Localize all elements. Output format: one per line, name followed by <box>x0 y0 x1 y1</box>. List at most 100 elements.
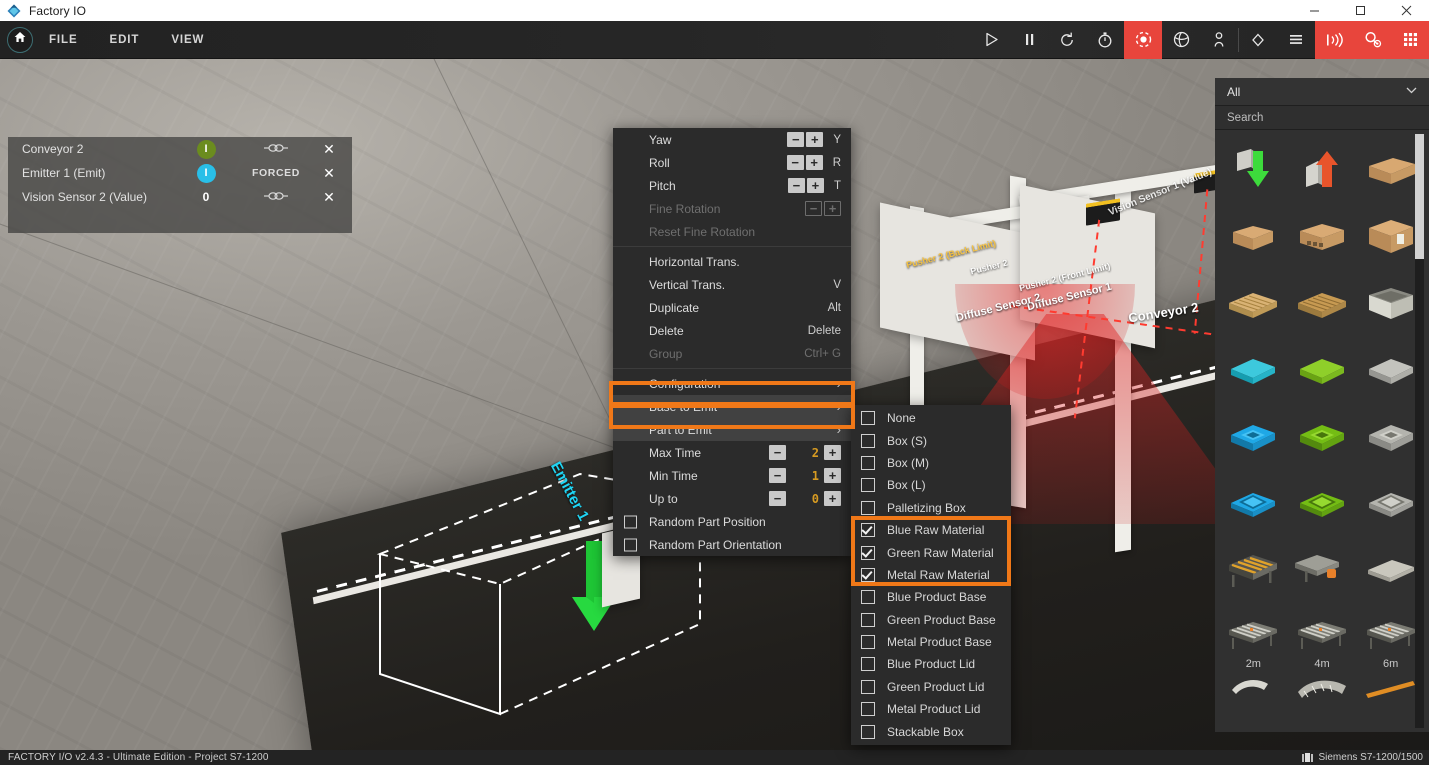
reset-button[interactable] <box>1048 21 1086 59</box>
palette-item-roller-conveyor-4m[interactable]: 4m <box>1288 605 1357 672</box>
submenu-item-green-product-lid[interactable]: Green Product Lid <box>851 676 1011 698</box>
checkbox-icon[interactable] <box>861 411 875 426</box>
status-driver-area[interactable]: Siemens S7-1200/1500 <box>1302 752 1423 763</box>
submenu-item-metal-product-lid[interactable]: Metal Product Lid <box>851 698 1011 720</box>
ctx-item-min-time[interactable]: Min Time − 1 + <box>613 464 851 487</box>
ctx-item-max-time[interactable]: Max Time − 2 + <box>613 441 851 464</box>
checkbox-icon[interactable] <box>624 538 637 551</box>
up-to-stepper[interactable]: − 0 + <box>769 491 841 506</box>
plus-icon[interactable]: + <box>824 468 841 483</box>
submenu-item-green-product-base[interactable]: Green Product Base <box>851 609 1011 631</box>
palette-item-green-product-lid[interactable] <box>1288 471 1357 538</box>
submenu-item-palletizing-box[interactable]: Palletizing Box <box>851 497 1011 519</box>
submenu-item-stackable-box[interactable]: Stackable Box <box>851 720 1011 742</box>
checkbox-icon[interactable] <box>861 478 875 493</box>
close-button[interactable] <box>1383 0 1429 21</box>
palette-search-input[interactable]: Search <box>1215 106 1429 130</box>
watch-remove-button[interactable]: ✕ <box>316 141 342 158</box>
roll-stepper[interactable]: − + <box>786 155 823 170</box>
pitch-stepper[interactable]: − + <box>787 178 824 193</box>
submenu-item-blue-raw-material[interactable]: Blue Raw Material <box>851 519 1011 541</box>
palette-scrollbar-thumb[interactable] <box>1415 134 1424 259</box>
watch-row[interactable]: Conveyor 2 I ✕ <box>8 137 352 161</box>
palette-item-curved-conveyor[interactable] <box>1219 672 1288 706</box>
chevron-down-icon[interactable] <box>1406 86 1417 97</box>
palette-button[interactable] <box>1391 20 1429 59</box>
checkbox-icon[interactable] <box>861 679 875 694</box>
ctx-item-part-to-emit[interactable]: Part to Emit › <box>613 418 851 441</box>
link-icon[interactable] <box>236 191 316 204</box>
palette-item-blue-product-base[interactable] <box>1219 404 1288 471</box>
ctx-item-delete[interactable]: Delete Delete <box>613 319 851 342</box>
min-time-stepper[interactable]: − 1 + <box>769 468 841 483</box>
watch-item-value[interactable]: I <box>176 163 236 183</box>
drivers-button[interactable] <box>1353 20 1391 59</box>
submenu-item-box-m[interactable]: Box (M) <box>851 452 1011 474</box>
palette-item-curved-roller-conveyor[interactable] <box>1288 672 1357 706</box>
minus-icon[interactable]: − <box>787 132 805 147</box>
part-to-emit-submenu[interactable]: None Box (S) Box (M) Box (L) Palletizing… <box>851 405 1011 745</box>
navigate-button[interactable] <box>1239 21 1277 59</box>
plus-icon[interactable]: + <box>805 155 823 170</box>
ctx-item-up-to[interactable]: Up to − 0 + <box>613 487 851 510</box>
checkbox-icon[interactable] <box>861 724 875 739</box>
submenu-item-box-s[interactable]: Box (S) <box>851 429 1011 451</box>
ctx-item-roll[interactable]: Roll − + R <box>613 151 851 174</box>
submenu-item-box-l[interactable]: Box (L) <box>851 474 1011 496</box>
palette-item-roller-conveyor-2m[interactable]: 2m <box>1219 605 1288 672</box>
pause-button[interactable] <box>1010 21 1048 59</box>
plus-icon[interactable]: + <box>806 178 824 193</box>
menu-view[interactable]: VIEW <box>155 21 220 59</box>
watch-item-value[interactable]: 0 <box>176 190 236 204</box>
plus-icon[interactable]: + <box>824 445 841 460</box>
checkbox-icon[interactable] <box>624 515 637 528</box>
palette-grid[interactable]: 2m 4m 6m <box>1215 130 1429 732</box>
ctx-item-random-part-position[interactable]: Random Part Position <box>613 510 851 533</box>
max-time-stepper[interactable]: − 2 + <box>769 445 841 460</box>
minus-icon[interactable]: − <box>786 155 804 170</box>
ctx-item-horizontal-trans[interactable]: Horizontal Trans. <box>613 250 851 273</box>
checkbox-icon[interactable] <box>861 567 875 582</box>
checkbox-icon[interactable] <box>861 612 875 627</box>
ctx-item-pitch[interactable]: Pitch − + T <box>613 174 851 197</box>
checkbox-icon[interactable] <box>861 433 875 448</box>
checkbox-icon[interactable] <box>861 523 875 538</box>
submenu-item-metal-product-base[interactable]: Metal Product Base <box>851 631 1011 653</box>
watch-remove-button[interactable]: ✕ <box>316 189 342 206</box>
checkbox-icon[interactable] <box>861 702 875 717</box>
first-person-button[interactable] <box>1200 21 1238 59</box>
watch-item-value[interactable]: I <box>176 139 236 159</box>
palette-item-blue-raw-material[interactable] <box>1219 337 1288 404</box>
forced-badge[interactable]: FORCED <box>236 167 316 179</box>
palette-category-dropdown[interactable]: All <box>1215 78 1429 106</box>
palette-item-belt-conveyor-motor[interactable] <box>1288 538 1357 605</box>
menu-file[interactable]: FILE <box>33 21 94 59</box>
palette-item-remover[interactable] <box>1288 136 1357 203</box>
watch-row[interactable]: Vision Sensor 2 (Value) 0 ✕ <box>8 185 352 209</box>
minus-icon[interactable]: − <box>769 445 786 460</box>
plus-icon[interactable]: + <box>806 132 824 147</box>
link-icon[interactable] <box>236 143 316 156</box>
palette-item-green-product-base[interactable] <box>1288 404 1357 471</box>
yaw-stepper[interactable]: − + <box>787 132 824 147</box>
ctx-item-vertical-trans[interactable]: Vertical Trans. V <box>613 273 851 296</box>
watch-remove-button[interactable]: ✕ <box>316 165 342 182</box>
checkbox-icon[interactable] <box>861 545 875 560</box>
submenu-item-none[interactable]: None <box>851 407 1011 429</box>
checkbox-icon[interactable] <box>861 657 875 672</box>
submenu-item-blue-product-base[interactable]: Blue Product Base <box>851 586 1011 608</box>
run-button[interactable] <box>972 21 1010 59</box>
palette-item-pallet-euro[interactable] <box>1219 270 1288 337</box>
ctx-item-base-to-emit[interactable]: Base to Emit › <box>613 395 851 418</box>
checkbox-icon[interactable] <box>861 500 875 515</box>
submenu-item-metal-raw-material[interactable]: Metal Raw Material <box>851 564 1011 586</box>
home-button[interactable] <box>7 26 33 53</box>
maximize-button[interactable] <box>1337 0 1383 21</box>
checkbox-icon[interactable] <box>861 590 875 605</box>
checkbox-icon[interactable] <box>861 455 875 470</box>
ctx-item-random-part-orientation[interactable]: Random Part Orientation <box>613 533 851 556</box>
checkbox-icon[interactable] <box>861 635 875 650</box>
camera-orbit-button[interactable] <box>1124 20 1162 59</box>
palette-item-roller-conveyor-powered[interactable] <box>1219 538 1288 605</box>
minimize-button[interactable] <box>1291 0 1337 21</box>
